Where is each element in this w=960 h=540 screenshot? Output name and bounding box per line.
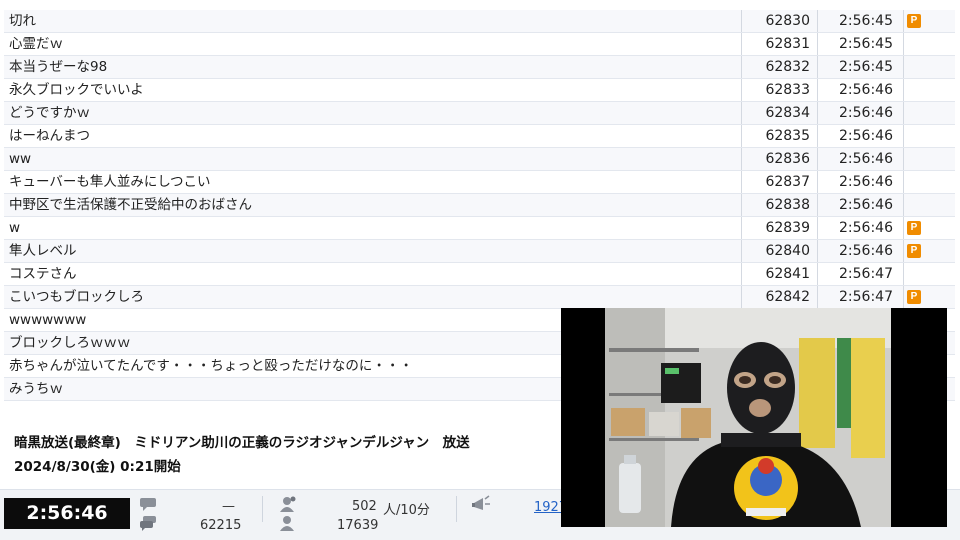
comment-flag-cell: P <box>904 217 955 239</box>
comment-text: w <box>4 217 742 239</box>
comment-number: 62842 <box>742 286 818 308</box>
comment-flag-cell <box>904 148 955 170</box>
comment-row[interactable]: 切れ 62830 2:56:45 P <box>4 10 955 33</box>
comment-flag-cell <box>904 125 955 147</box>
program-title: 暗黒放送(最終章) ミドリアン助川の正義のラジオジャンデルジャン 放送 <box>14 435 470 451</box>
comment-time: 2:56:46 <box>818 171 904 193</box>
comment-flag-cell <box>904 79 955 101</box>
comment-number: 62835 <box>742 125 818 147</box>
comment-time: 2:56:46 <box>818 240 904 262</box>
comment-row[interactable]: コステさん 62841 2:56:47 <box>4 263 955 286</box>
comment-row[interactable]: 隼人レベル 62840 2:56:46 P <box>4 240 955 263</box>
premium-badge: P <box>907 14 921 28</box>
comment-flag-cell: P <box>904 240 955 262</box>
comment-flag-cell <box>904 263 955 285</box>
comment-flag-cell <box>904 194 955 216</box>
comment-time: 2:56:47 <box>818 286 904 308</box>
elapsed-clock: 2:56:46 <box>4 498 130 529</box>
comment-text: こいつもブロックしろ <box>4 286 742 308</box>
comment-number: 62837 <box>742 171 818 193</box>
ad-megaphone-icon[interactable] <box>471 494 491 514</box>
comment-number: 62838 <box>742 194 818 216</box>
comment-text: ww <box>4 148 742 170</box>
comment-total-value: 62215 <box>200 518 242 533</box>
premium-badge: P <box>907 290 921 304</box>
comment-text: キューバーも隼人並みにしつこい <box>4 171 742 193</box>
comment-time: 2:56:46 <box>818 217 904 239</box>
comment-number: 62830 <box>742 10 818 32</box>
status-divider <box>456 496 457 522</box>
comment-text: コステさん <box>4 263 742 285</box>
comment-flag-cell <box>904 33 955 55</box>
comment-flag-cell <box>904 171 955 193</box>
viewer-icon <box>280 516 294 531</box>
comment-flag-cell <box>904 102 955 124</box>
comment-number: 62840 <box>742 240 818 262</box>
comment-row[interactable]: こいつもブロックしろ 62842 2:56:47 P <box>4 286 955 309</box>
comment-row[interactable]: 本当うぜーな98 62832 2:56:45 <box>4 56 955 79</box>
comment-time: 2:56:46 <box>818 194 904 216</box>
comment-time: 2:56:46 <box>818 125 904 147</box>
program-date: 2024/8/30(金) 0:21開始 <box>14 459 181 475</box>
comment-text: 中野区で生活保護不正受給中のおばさん <box>4 194 742 216</box>
premium-badge: P <box>907 244 921 258</box>
status-divider <box>262 496 263 522</box>
viewers-rate-unit: 人/10分 <box>383 503 430 518</box>
comment-number: 62832 <box>742 56 818 78</box>
comment-time: 2:56:47 <box>818 263 904 285</box>
comment-number: 62836 <box>742 148 818 170</box>
comment-text: 切れ <box>4 10 742 32</box>
comment-flag-cell: P <box>904 286 955 308</box>
comment-time: 2:56:46 <box>818 79 904 101</box>
comment-flag-cell: P <box>904 10 955 32</box>
comment-row[interactable]: 心霊だｗ 62831 2:56:45 <box>4 33 955 56</box>
comment-text: はーねんまつ <box>4 125 742 147</box>
comment-row[interactable]: w 62839 2:56:46 P <box>4 217 955 240</box>
comment-row[interactable]: 中野区で生活保護不正受給中のおばさん 62838 2:56:46 <box>4 194 955 217</box>
video-player[interactable] <box>561 308 947 527</box>
comment-flag-cell <box>904 56 955 78</box>
comment-number: 62841 <box>742 263 818 285</box>
comment-text: 本当うぜーな98 <box>4 56 742 78</box>
comment-stack-icon <box>140 516 156 531</box>
comment-number: 62833 <box>742 79 818 101</box>
comment-row[interactable]: キューバーも隼人並みにしつこい 62837 2:56:46 <box>4 171 955 194</box>
comment-number: 62839 <box>742 217 818 239</box>
comment-text: 心霊だｗ <box>4 33 742 55</box>
comment-row[interactable]: どうですかｗ 62834 2:56:46 <box>4 102 955 125</box>
comment-number: 62831 <box>742 33 818 55</box>
comment-row[interactable]: はーねんまつ 62835 2:56:46 <box>4 125 955 148</box>
comment-icon <box>140 498 156 511</box>
premium-badge: P <box>907 221 921 235</box>
comment-time: 2:56:46 <box>818 102 904 124</box>
comment-time: 2:56:46 <box>818 148 904 170</box>
comment-time: 2:56:45 <box>818 33 904 55</box>
viewers-rate-value: 502 <box>352 499 377 514</box>
comment-row[interactable]: ww 62836 2:56:46 <box>4 148 955 171</box>
comment-time: 2:56:45 <box>818 10 904 32</box>
comment-text: どうですかｗ <box>4 102 742 124</box>
comment-rate-value: — <box>222 499 235 514</box>
viewer-active-icon <box>280 496 296 512</box>
comment-row[interactable]: 永久ブロックでいいよ 62833 2:56:46 <box>4 79 955 102</box>
viewers-total-value: 17639 <box>337 518 379 533</box>
comment-number: 62834 <box>742 102 818 124</box>
comment-time: 2:56:45 <box>818 56 904 78</box>
video-frame <box>561 308 947 527</box>
comment-text: 永久ブロックでいいよ <box>4 79 742 101</box>
app-window: 切れ 62830 2:56:45 P 心霊だｗ 62831 2:56:45 本当うぜーな98 6… <box>0 0 960 540</box>
comment-text: 隼人レベル <box>4 240 742 262</box>
